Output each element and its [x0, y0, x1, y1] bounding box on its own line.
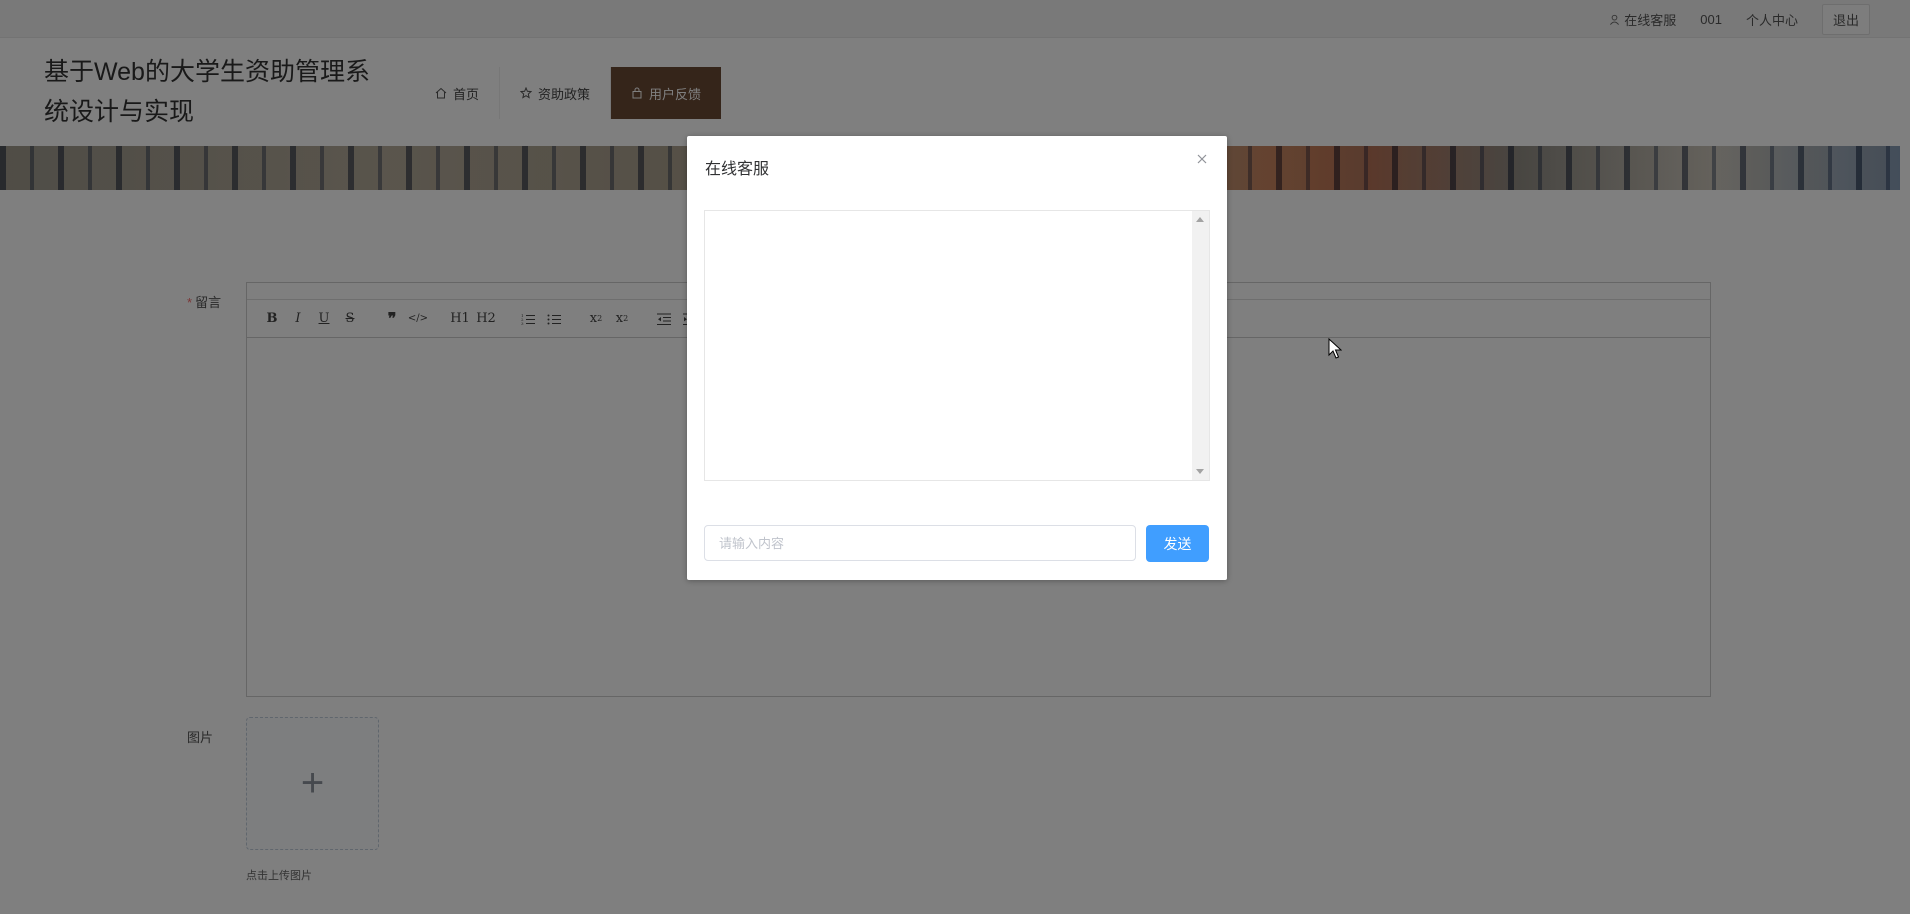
scroll-down-icon[interactable]	[1196, 469, 1204, 474]
close-icon[interactable]	[1195, 152, 1209, 166]
chat-scrollbar[interactable]	[1192, 211, 1209, 480]
scroll-up-icon[interactable]	[1196, 217, 1204, 222]
online-service-dialog: 在线客服 发送	[687, 136, 1227, 580]
mouse-cursor-icon	[1328, 338, 1342, 359]
chat-messages-area[interactable]	[704, 210, 1210, 481]
message-input[interactable]	[704, 525, 1136, 561]
send-button[interactable]: 发送	[1146, 525, 1209, 562]
dialog-title: 在线客服	[705, 161, 770, 178]
